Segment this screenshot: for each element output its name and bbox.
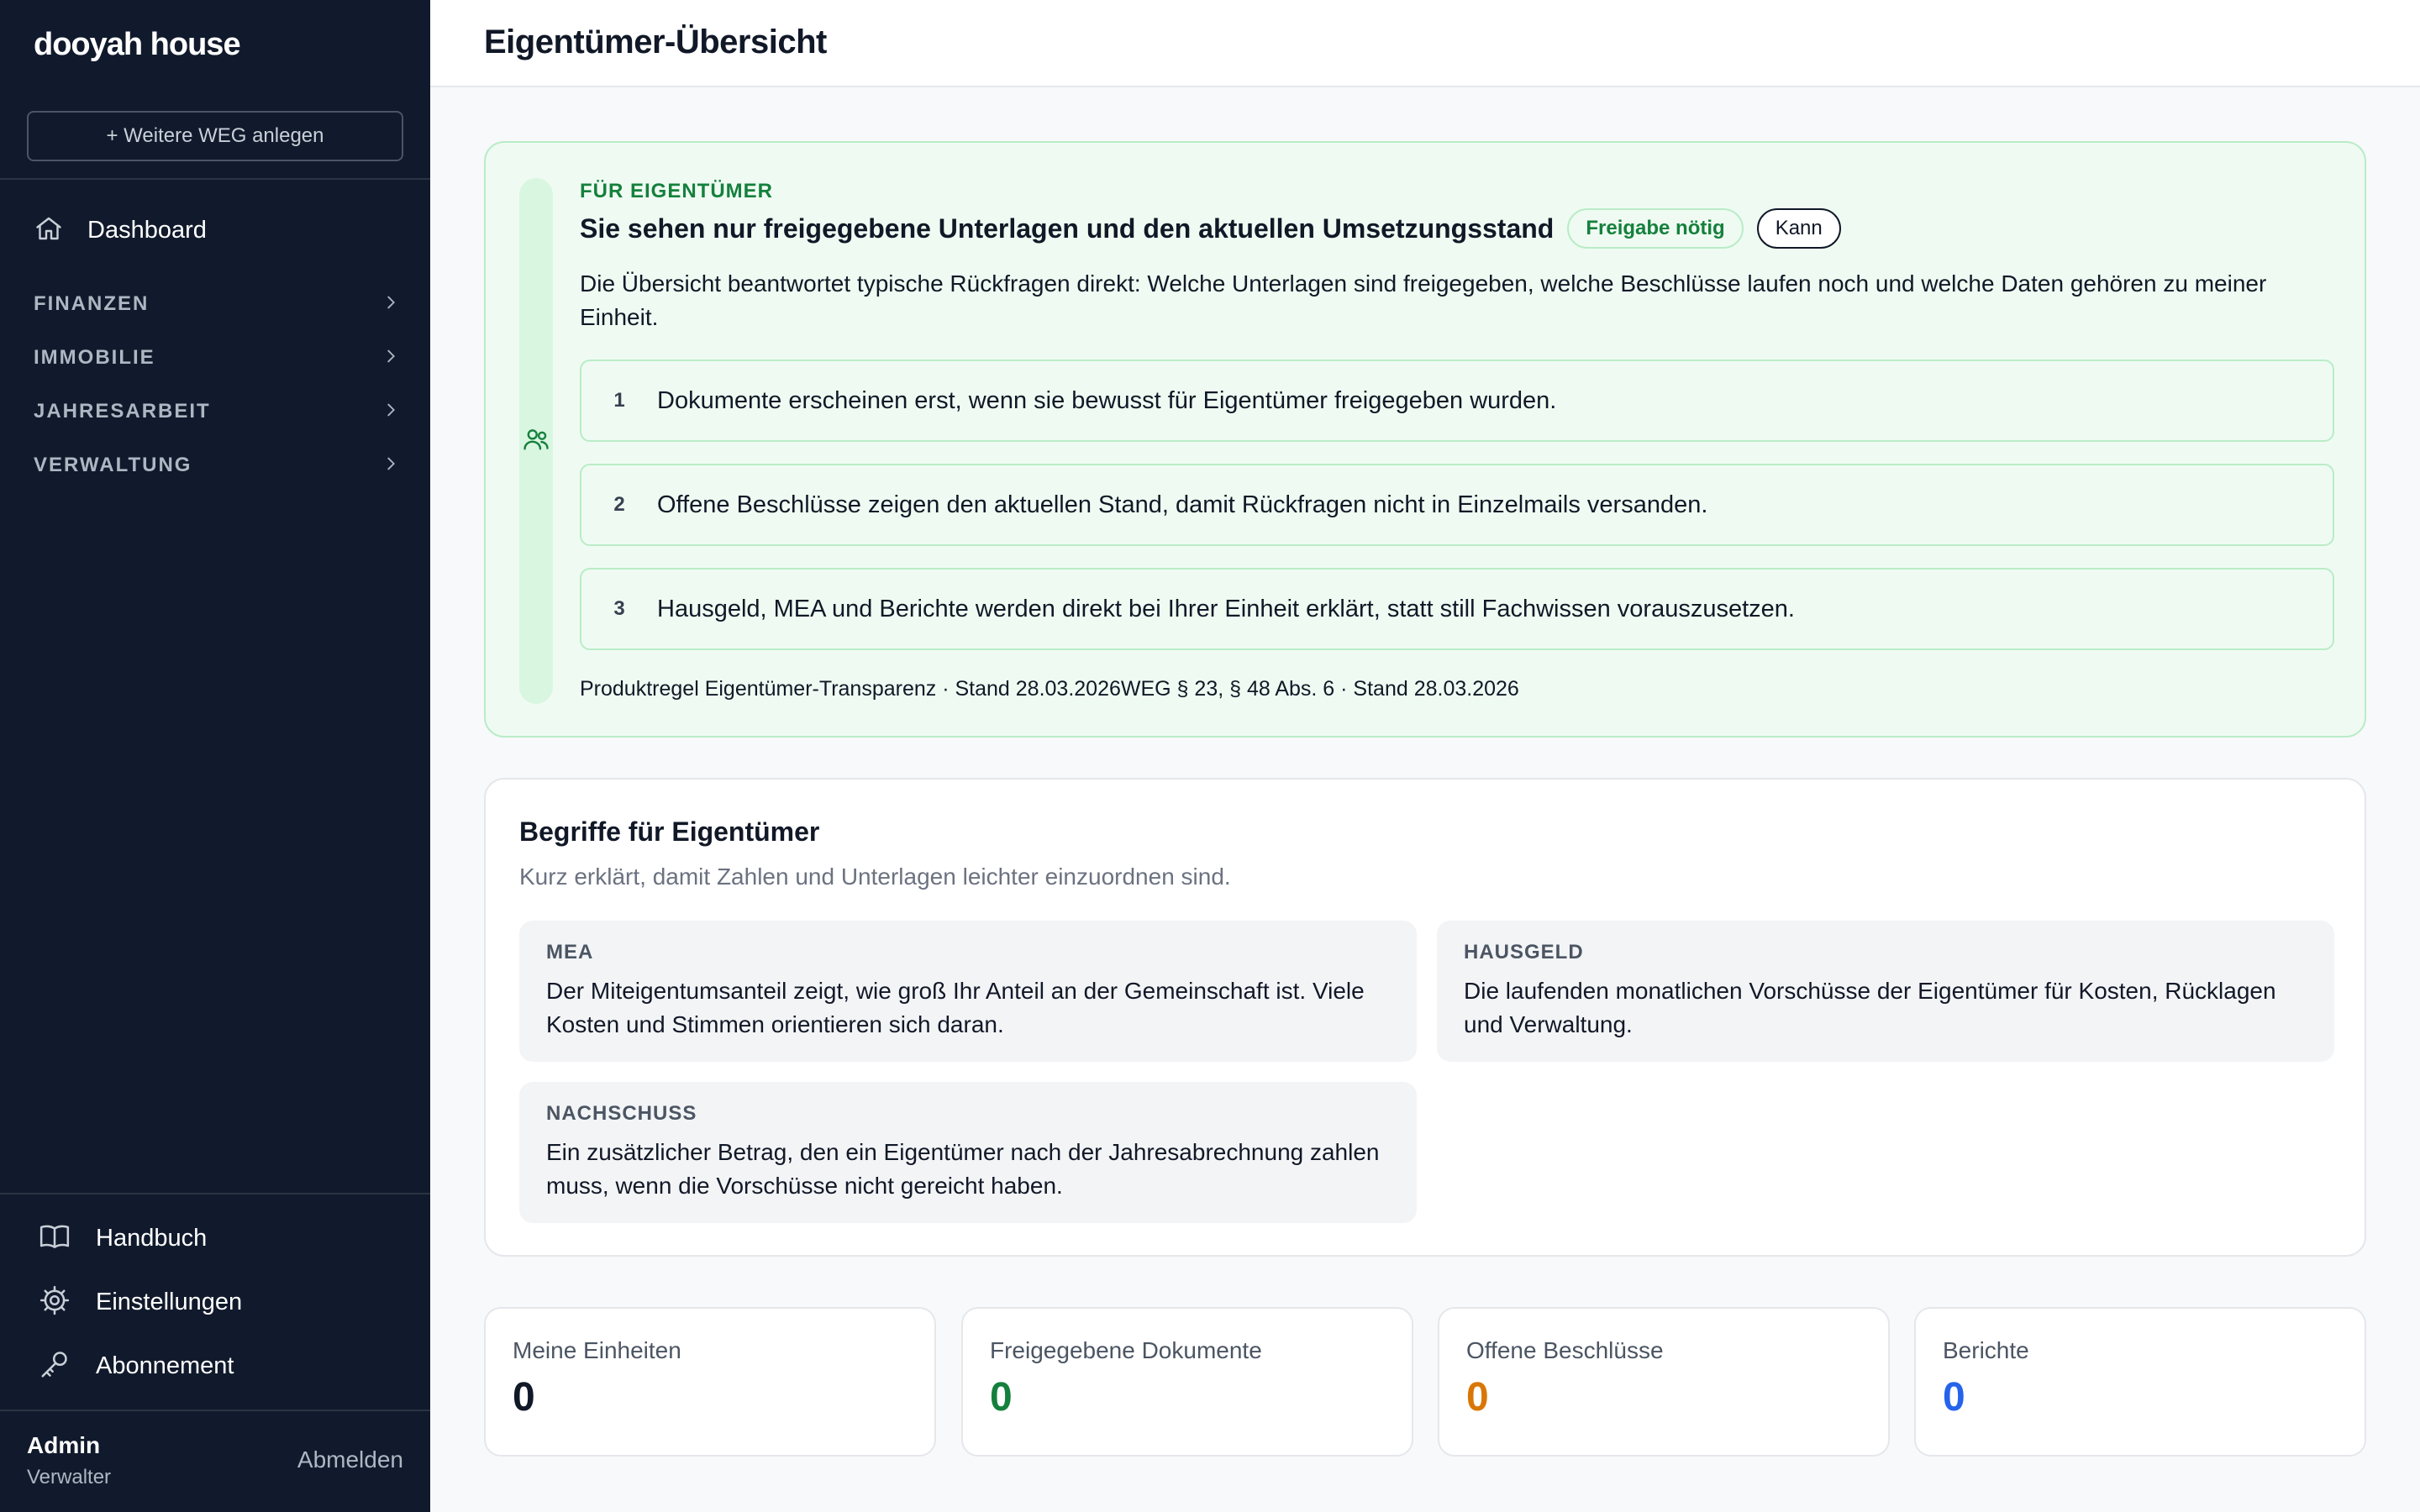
stat-value: 0 (1943, 1375, 1965, 1420)
step-text: Dokumente erscheinen erst, wenn sie bewu… (657, 386, 1557, 414)
sidebar-item-label: Handbuch (96, 1224, 208, 1252)
glossary-title: Begriffe für Eigentümer (519, 816, 820, 847)
users-icon (522, 425, 550, 458)
user-name: Admin (27, 1432, 101, 1458)
sidebar-divider (0, 178, 430, 180)
step-text: Hausgeld, MEA und Berichte werden direkt… (657, 595, 1795, 622)
sidebar-section-immobilie[interactable]: IMMOBILIE (34, 339, 400, 376)
step-number: 3 (613, 597, 625, 620)
step-item: 1 Dokumente erscheinen erst, wenn sie be… (580, 360, 2334, 442)
stat-value: 0 (990, 1375, 1013, 1420)
sidebar-section-label: JAHRESARBEIT (34, 400, 211, 423)
sidebar-item-dashboard[interactable]: Dashboard (34, 207, 207, 254)
brand-logo[interactable]: dooyah house (34, 27, 241, 63)
term-text: Der Miteigentumsanteil zeigt, wie groß I… (546, 978, 1365, 1037)
step-item: 2 Offene Beschlüsse zeigen den aktuellen… (580, 464, 2334, 546)
stat-value: 0 (513, 1375, 535, 1420)
sidebar-section-label: VERWALTUNG (34, 454, 192, 476)
owner-info-description: Die Übersicht beantwortet typische Rückf… (580, 270, 2267, 330)
step-item: 3 Hausgeld, MEA und Berichte werden dire… (580, 568, 2334, 650)
sidebar-item-label: Abonnement (96, 1352, 234, 1379)
stat-released-documents[interactable]: Freigegebene Dokumente 0 (961, 1307, 1413, 1457)
chevron-right-icon (381, 293, 400, 316)
sidebar-item-einstellungen[interactable]: Einstellungen (39, 1280, 242, 1324)
glossary-subtitle: Kurz erklärt, damit Zahlen und Unterlage… (519, 864, 1231, 890)
stat-label: Meine Einheiten (513, 1337, 681, 1363)
term-key: HAUSGELD (1464, 941, 1584, 963)
stat-label: Freigegebene Dokumente (990, 1337, 1262, 1363)
term-nachschuss: NACHSCHUSS Ein zusätzlicher Betrag, den … (519, 1082, 1417, 1223)
sidebar-section-jahresarbeit[interactable]: JAHRESARBEIT (34, 393, 400, 430)
sidebar-item-label: Dashboard (87, 216, 207, 244)
chevron-right-icon (381, 401, 400, 423)
can-badge: Kann (1756, 208, 1841, 249)
stat-open-resolutions[interactable]: Offene Beschlüsse 0 (1438, 1307, 1890, 1457)
book-icon (39, 1221, 71, 1257)
owner-info-title: Sie sehen nur freigegebene Unterlagen un… (580, 213, 1555, 244)
step-text: Offene Beschlüsse zeigen den aktuellen S… (657, 491, 1708, 518)
owner-info-footer: Produktregel Eigentümer-Transparenz · St… (580, 677, 1519, 701)
owner-info-title-row: Sie sehen nur freigegebene Unterlagen un… (580, 208, 1841, 249)
stat-label: Offene Beschlüsse (1466, 1337, 1664, 1363)
term-key: NACHSCHUSS (546, 1102, 697, 1125)
user-role: Verwalter (27, 1466, 112, 1488)
release-required-badge: Freigabe nötig (1567, 208, 1744, 249)
chevron-right-icon (381, 454, 400, 477)
sidebar-item-handbuch[interactable]: Handbuch (39, 1216, 207, 1260)
info-rail (519, 178, 553, 704)
owner-info-card: FÜR EIGENTÜMER Sie sehen nur freigegeben… (484, 141, 2366, 738)
glossary-card: Begriffe für Eigentümer Kurz erklärt, da… (484, 778, 2366, 1257)
sidebar-section-label: FINANZEN (34, 292, 150, 315)
term-key: MEA (546, 941, 594, 963)
term-text: Ein zusätzlicher Betrag, den ein Eigentü… (546, 1139, 1380, 1199)
term-hausgeld: HAUSGELD Die laufenden monatlichen Vorsc… (1437, 921, 2334, 1062)
term-text: Die laufenden monatlichen Vorschüsse der… (1464, 978, 2276, 1037)
add-weg-button[interactable]: + Weitere WEG anlegen (27, 111, 403, 161)
step-number: 1 (613, 389, 625, 412)
stat-value: 0 (1466, 1375, 1489, 1420)
gear-icon (39, 1284, 71, 1320)
page-title: Eigentümer-Übersicht (484, 24, 827, 60)
term-mea: MEA Der Miteigentumsanteil zeigt, wie gr… (519, 921, 1417, 1062)
owner-info-eyebrow: FÜR EIGENTÜMER (580, 180, 773, 202)
sidebar-divider (0, 1193, 430, 1194)
step-number: 2 (613, 493, 625, 516)
sidebar-item-label: Einstellungen (96, 1288, 243, 1315)
sidebar-section-finanzen[interactable]: FINANZEN (34, 286, 400, 323)
sidebar-divider (0, 1410, 430, 1411)
sidebar-section-label: IMMOBILIE (34, 346, 155, 369)
sidebar: dooyah house + Weitere WEG anlegen Dashb… (0, 0, 430, 1512)
stat-label: Berichte (1943, 1337, 2029, 1363)
logout-link[interactable]: Abmelden (297, 1446, 403, 1473)
chevron-right-icon (381, 347, 400, 370)
sidebar-section-verwaltung[interactable]: VERWALTUNG (34, 447, 400, 484)
stat-my-units[interactable]: Meine Einheiten 0 (484, 1307, 936, 1457)
topbar: Eigentümer-Übersicht (430, 0, 2420, 87)
sidebar-item-abonnement[interactable]: Abonnement (39, 1344, 234, 1388)
stat-reports[interactable]: Berichte 0 (1914, 1307, 2366, 1457)
home-icon (34, 213, 64, 248)
key-icon (39, 1348, 71, 1384)
